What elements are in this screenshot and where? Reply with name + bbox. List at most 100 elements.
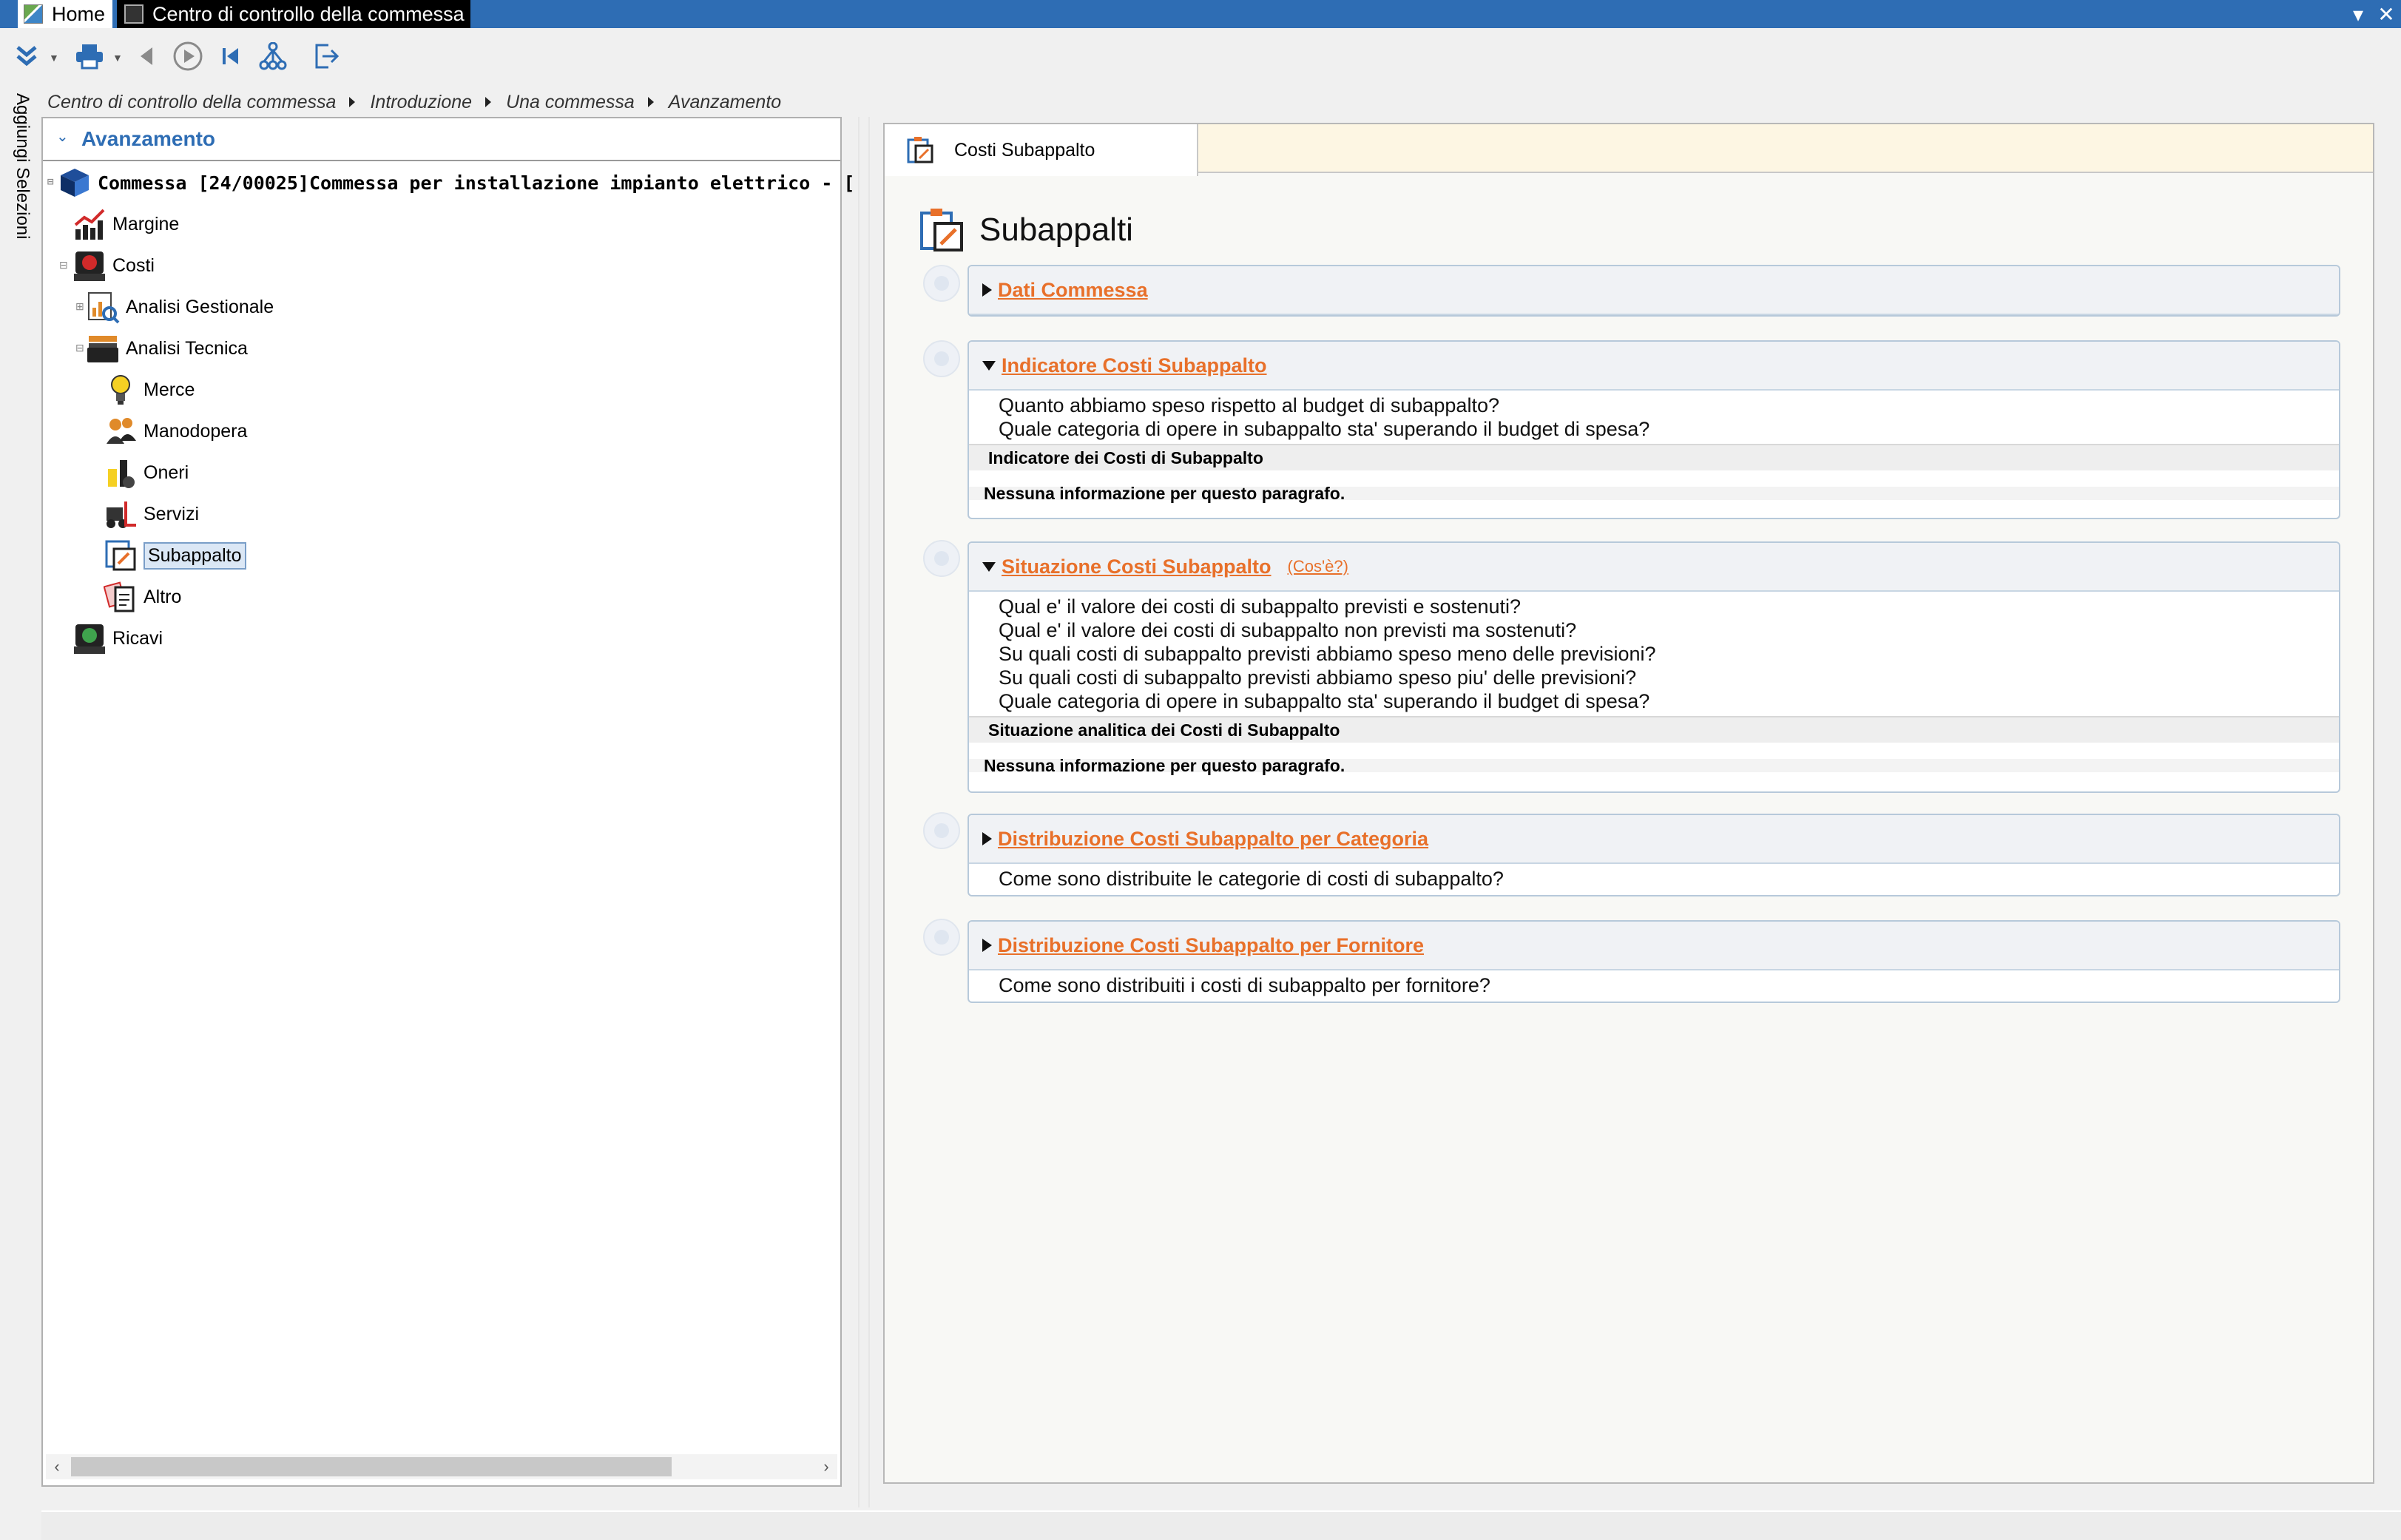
collapse-triangle-icon[interactable]	[982, 561, 996, 572]
collapse-toggle-icon[interactable]: ⊟	[75, 342, 84, 354]
expand-toggle-icon[interactable]: ⊞	[75, 300, 84, 313]
section-link[interactable]: Distribuzione Costi Subappalto per Forni…	[998, 934, 1424, 957]
close-icon[interactable]: ✕	[2371, 0, 2401, 28]
subcontract-clipboard-icon	[907, 137, 933, 163]
section-empty-message: Nessuna informazione per questo paragraf…	[969, 743, 2339, 775]
section-bullet-icon	[923, 340, 960, 377]
breadcrumb-separator-icon	[349, 97, 356, 107]
section-header[interactable]: Dati Commessa	[969, 266, 2339, 315]
tree-item-servizi[interactable]: Servizi	[104, 496, 199, 533]
play-icon[interactable]	[170, 40, 206, 72]
content-panel: Costi Subappalto Subappalti Dati Commess…	[883, 123, 2374, 1484]
question: Qual e' il valore dei costi di subappalt…	[999, 619, 1577, 641]
tree-item-margine[interactable]: Margine	[72, 206, 179, 243]
tree-item-label: Costi	[112, 254, 155, 276]
collapse-icon[interactable]	[10, 40, 43, 72]
section-questions: Come sono distribuiti i costi di subappa…	[969, 970, 2339, 1000]
question: Come sono distribuite le categorie di co…	[999, 868, 1504, 890]
cash-register-red-icon	[72, 249, 107, 283]
documents-icon	[103, 580, 138, 614]
chart-search-icon	[86, 290, 120, 324]
question: Quanto abbiamo speso rispetto al budget …	[999, 394, 1499, 416]
home-app-icon	[24, 4, 43, 24]
section-link[interactable]: Distribuzione Costi Subappalto per Categ…	[998, 828, 1428, 851]
breadcrumb-item-commessa[interactable]: Una commessa	[506, 92, 635, 113]
back-icon[interactable]	[132, 40, 161, 72]
workers-icon	[104, 414, 138, 448]
tree-item-altro[interactable]: Altro	[103, 578, 181, 615]
coins-icon	[104, 456, 138, 490]
section-link[interactable]: Dati Commessa	[998, 279, 1148, 302]
tree-item-analisi-tecnica[interactable]: ⊟ Analisi Tecnica	[75, 330, 248, 367]
scroll-right-icon[interactable]: ›	[815, 1454, 837, 1479]
selections-rail[interactable]: Aggiungi Selezioni	[0, 86, 40, 1540]
tree-item-oneri[interactable]: Oneri	[104, 454, 189, 491]
tab-centro-controllo[interactable]: Centro di controllo della commessa	[117, 0, 470, 28]
tree-item-merce[interactable]: Merce	[104, 371, 195, 408]
section-header[interactable]: Distribuzione Costi Subappalto per Forni…	[969, 922, 2339, 970]
section-header[interactable]: Indicatore Costi Subappalto	[969, 342, 2339, 391]
cube-icon	[58, 166, 92, 200]
print-dropdown-icon[interactable]: ▼	[112, 52, 123, 64]
section-empty-message: Nessuna informazione per questo paragraf…	[969, 470, 2339, 503]
question: Su quali costi di subappalto previsti ab…	[999, 666, 1637, 689]
expand-triangle-icon[interactable]	[982, 939, 992, 952]
tree-item-label: Ricavi	[112, 627, 163, 649]
light-bulb-icon	[104, 373, 138, 407]
panel-title: Avanzamento	[81, 127, 216, 150]
collapse-triangle-icon[interactable]	[982, 360, 996, 371]
section-questions: Come sono distribuite le categorie di co…	[969, 864, 2339, 894]
question: Qual e' il valore dei costi di subappalt…	[999, 595, 1522, 618]
breadcrumb-item-centro[interactable]: Centro di controllo della commessa	[47, 92, 336, 113]
tree-item-label: Analisi Gestionale	[126, 296, 274, 317]
tab-costi-subappalto[interactable]: Costi Subappalto	[885, 124, 1198, 176]
question: Su quali costi di subappalto previsti ab…	[999, 643, 1656, 665]
tab-home[interactable]: Home	[18, 0, 112, 28]
horizontal-scrollbar[interactable]: ‹ ›	[46, 1454, 837, 1479]
print-icon[interactable]	[71, 40, 108, 72]
section-bullet-icon	[923, 919, 960, 956]
section-questions: Quanto abbiamo speso rispetto al budget …	[969, 391, 2339, 444]
panel-splitter[interactable]	[858, 117, 870, 1507]
page-title: Subappalti	[919, 204, 1133, 256]
collapse-toggle-icon[interactable]: ⊟	[47, 176, 53, 188]
window-menu-chevron-icon[interactable]: ▾	[2343, 0, 2373, 28]
breadcrumb-item-avanzamento[interactable]: Avanzamento	[669, 92, 781, 113]
expand-triangle-icon[interactable]	[982, 832, 992, 845]
tree-item-manodopera[interactable]: Manodopera	[104, 413, 247, 450]
expand-triangle-icon[interactable]	[982, 283, 992, 297]
chevron-down-icon[interactable]: ⌄	[56, 127, 69, 146]
scroll-left-icon[interactable]: ‹	[46, 1454, 68, 1479]
toolbox-icon	[86, 331, 120, 365]
tree-item-costi[interactable]: ⊟ Costi	[59, 247, 155, 284]
section-header[interactable]: Distribuzione Costi Subappalto per Categ…	[969, 815, 2339, 864]
breadcrumb-separator-icon	[647, 97, 654, 107]
section-header[interactable]: Situazione Costi Subappalto (Cos'è?)	[969, 543, 2339, 592]
tree-item-commessa[interactable]: ⊟ Commessa [24/00025]Commessa per instal…	[47, 164, 866, 201]
tree-item-subappalto[interactable]: Subappalto	[104, 537, 246, 574]
section-subtitle: Situazione analitica dei Costi di Subapp…	[969, 716, 2339, 743]
section-dati-commessa: Dati Commessa	[968, 265, 2340, 317]
section-distribuzione-fornitore: Distribuzione Costi Subappalto per Forni…	[968, 920, 2340, 1003]
add-selections-label[interactable]: Aggiungi Selezioni	[12, 93, 33, 239]
section-bullet-icon	[923, 812, 960, 849]
section-link[interactable]: Situazione Costi Subappalto	[1002, 555, 1272, 578]
tab-home-label: Home	[52, 2, 106, 25]
hierarchy-icon[interactable]	[256, 40, 290, 72]
tree-item-analisi-gestionale[interactable]: ⊞ Analisi Gestionale	[75, 288, 274, 325]
breadcrumb-item-introduzione[interactable]: Introduzione	[370, 92, 472, 113]
exit-icon[interactable]	[309, 40, 343, 72]
breadcrumb: Centro di controllo della commessa Intro…	[47, 89, 781, 115]
collapse-dropdown-icon[interactable]: ▼	[49, 52, 59, 64]
section-distribuzione-categoria: Distribuzione Costi Subappalto per Categ…	[968, 814, 2340, 896]
cash-register-green-icon	[72, 621, 107, 655]
whats-this-link[interactable]: (Cos'è?)	[1288, 557, 1348, 576]
scrollbar-thumb[interactable]	[71, 1457, 672, 1476]
toolbar: ▼ ▼	[0, 28, 2401, 86]
tree-item-label: Oneri	[143, 462, 189, 483]
first-icon[interactable]	[216, 40, 246, 72]
page-title-text: Subappalti	[979, 212, 1133, 248]
section-link[interactable]: Indicatore Costi Subappalto	[1002, 354, 1267, 377]
collapse-toggle-icon[interactable]: ⊟	[59, 259, 68, 271]
tree-item-ricavi[interactable]: Ricavi	[72, 620, 163, 657]
